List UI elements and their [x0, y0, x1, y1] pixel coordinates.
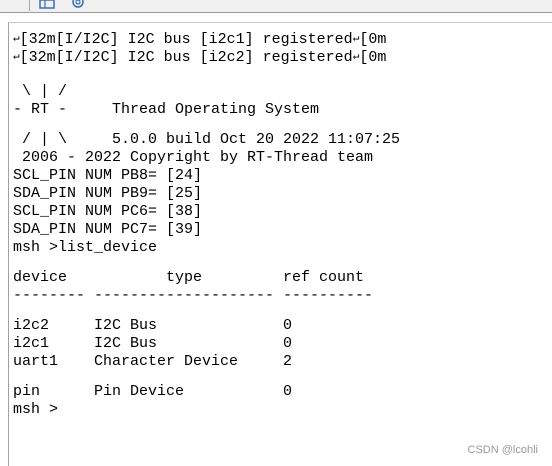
table-header: device type ref count: [13, 269, 365, 286]
table-row: uart1 Character Device 2: [13, 353, 293, 370]
table-row: i2c1 I2C Bus 0: [13, 335, 293, 352]
command-line: msh >list_device: [13, 239, 158, 256]
toolbar-separator: [29, 0, 30, 11]
logo-line-1: \ | /: [13, 83, 68, 100]
log-line-i2c2: ↵[32m[I/I2C] I2C bus [i2c2] registered↵[…: [13, 47, 386, 67]
log-tail: [0m: [359, 31, 387, 48]
escape-glyph: ↵: [13, 31, 20, 44]
settings-icon[interactable]: [68, 0, 90, 11]
window-icon[interactable]: [37, 0, 59, 11]
table-row: pin Pin Device 0: [13, 383, 293, 400]
log-text: [32m[I/I2C] I2C bus [i2c2] registered: [19, 49, 353, 66]
copyright-line: 2006 - 2022 Copyright by RT-Thread team: [13, 149, 374, 166]
logo-line-2: - RT - Thread Operating System: [13, 101, 320, 118]
watermark: CSDN @lcohli: [467, 444, 538, 456]
log-line-i2c1: ↵[32m[I/I2C] I2C bus [i2c1] registered↵[…: [13, 29, 386, 49]
pin-line: SCL_PIN NUM PC6= [38]: [13, 203, 203, 220]
pin-line: SCL_PIN NUM PB8= [24]: [13, 167, 203, 184]
pin-line: SDA_PIN NUM PB9= [25]: [13, 185, 203, 202]
logo-line-3: / | \ 5.0.0 build Oct 20 2022 11:07:25: [13, 131, 401, 148]
table-divider: -------- -------------------- ----------: [13, 287, 374, 304]
log-text: [32m[I/I2C] I2C bus [i2c1] registered: [19, 31, 353, 48]
log-tail: [0m: [359, 49, 387, 66]
shell-prompt: msh >: [13, 401, 59, 418]
escape-glyph: ↵: [13, 49, 20, 62]
pin-line: SDA_PIN NUM PC7= [39]: [13, 221, 203, 238]
toolbar-border: [0, 12, 552, 13]
table-row: i2c2 I2C Bus 0: [13, 317, 293, 334]
